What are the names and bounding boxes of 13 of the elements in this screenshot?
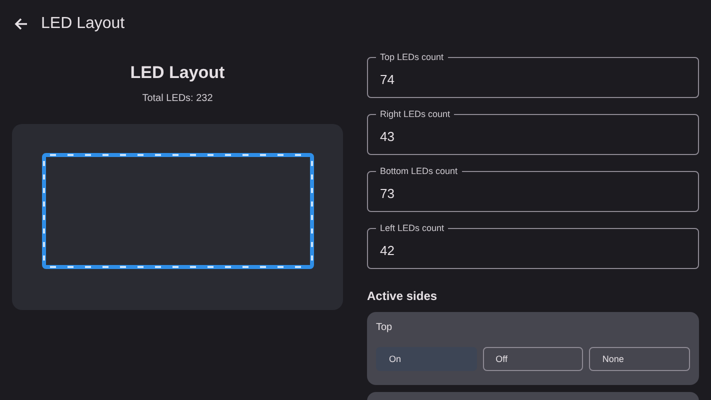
total-leds-text: Total LEDs: 232 [142,93,213,104]
back-arrow-icon[interactable] [14,17,28,31]
field-label: Top LEDs count [376,52,448,63]
option-button[interactable]: On [376,347,477,371]
option-button[interactable]: None [589,347,690,371]
field-label: Bottom LEDs count [376,166,462,177]
layout-title: LED Layout [130,63,225,83]
field-label: Right LEDs count [376,109,454,120]
section-heading: Active sides [367,289,438,303]
side-name: Top [376,322,394,333]
option-button[interactable]: Off [482,347,584,371]
app-bar-title: LED Layout [41,15,125,33]
field-label: Left LEDs count [376,223,448,234]
